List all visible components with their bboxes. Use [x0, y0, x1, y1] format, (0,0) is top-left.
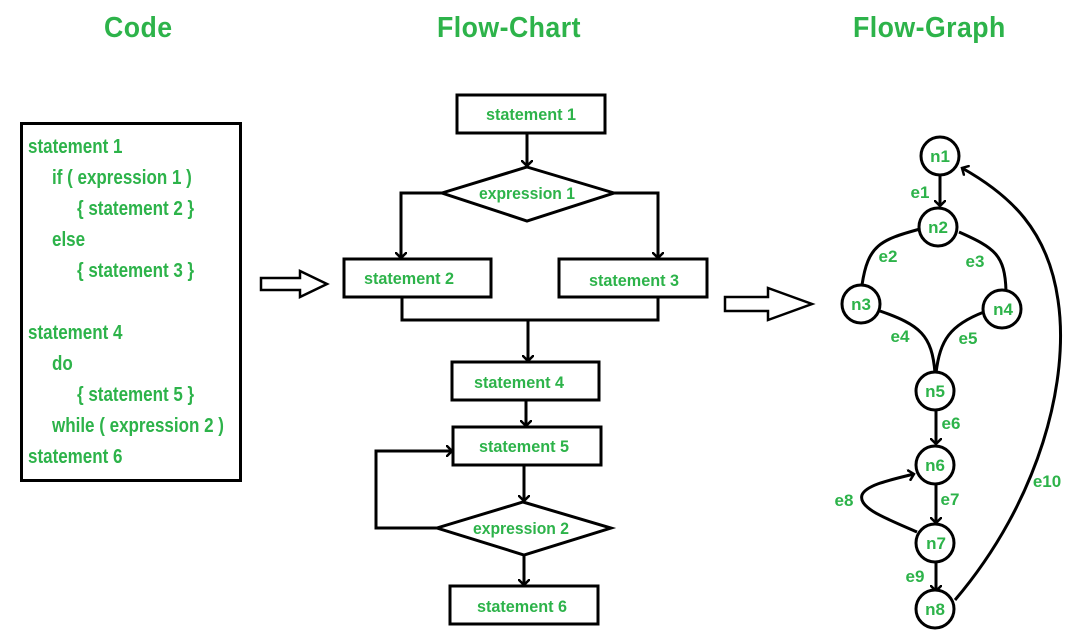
fg-edge-label-e3: e3	[966, 252, 985, 271]
fg-node-label-n8: n8	[925, 600, 945, 619]
fc-label-expression-1: expression 1	[479, 184, 575, 203]
fg-node-label-n6: n6	[925, 456, 945, 475]
fg-edge-label-e4: e4	[891, 327, 910, 346]
fc-edge-x1-s2	[401, 191, 442, 258]
fc-label-statement-6: statement 6	[477, 597, 567, 616]
fc-edge-x2-loop-s5	[374, 451, 452, 530]
fg-edge-label-e1: e1	[911, 183, 930, 202]
fg-edge-label-e10: e10	[1033, 472, 1061, 491]
fg-edge-label-e2: e2	[879, 247, 898, 266]
fc-label-statement-2: statement 2	[364, 269, 454, 288]
fg-node-label-n4: n4	[993, 300, 1013, 319]
fg-edge-label-e9: e9	[906, 567, 925, 586]
fg-node-label-n5: n5	[925, 382, 945, 401]
diagram-canvas: statement 1 expression 1 statement 2 sta…	[259, 93, 1062, 630]
fg-edge-label-e6: e6	[942, 414, 961, 433]
fg-edge-label-e8: e8	[835, 491, 854, 510]
fc-label-statement-5: statement 5	[479, 437, 569, 456]
transform-arrow-chart-to-graph	[723, 286, 816, 322]
fg-node-label-n3: n3	[851, 295, 871, 314]
fc-label-expression-2: expression 2	[473, 519, 569, 538]
fg-node-label-n7: n7	[926, 534, 946, 553]
fg-edge-e8	[860, 474, 918, 534]
fg-edge-e10	[953, 168, 1062, 601]
fg-node-label-n1: n1	[930, 147, 950, 166]
fc-merge-line	[400, 297, 660, 322]
fc-label-statement-3: statement 3	[589, 271, 679, 290]
fc-label-statement-1: statement 1	[486, 105, 576, 124]
fg-node-label-n2: n2	[928, 218, 948, 237]
fc-edge-x1-s3	[614, 191, 658, 258]
fg-edge-label-e5: e5	[959, 329, 978, 348]
fg-edge-label-e7: e7	[941, 490, 960, 509]
fc-label-statement-4: statement 4	[474, 373, 565, 392]
transform-arrow-code-to-chart	[259, 269, 330, 299]
